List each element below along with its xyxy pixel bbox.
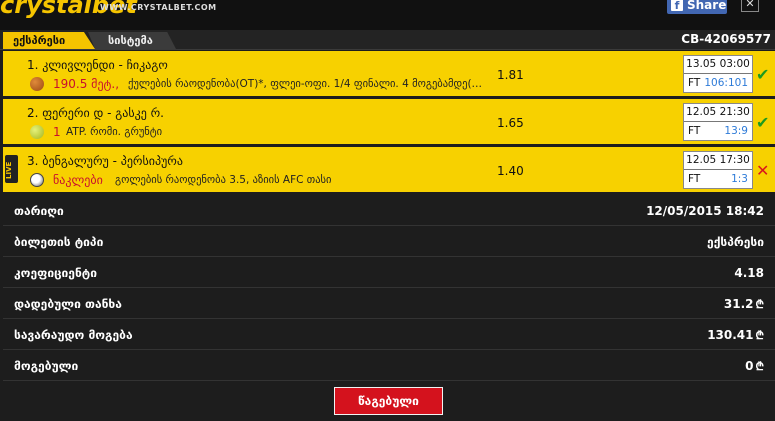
facebook-share-button[interactable]: f Share	[667, 0, 727, 14]
win-label: მოგებული	[14, 359, 79, 373]
bet-selection: 190.5 მეტ.,	[53, 77, 120, 91]
bet-title: 1. კლივლენდი - ჩიკაგო	[27, 58, 168, 72]
expected-win-amount: 130.41	[707, 328, 754, 342]
tab-system[interactable]: სისტემა	[88, 32, 176, 49]
expected-win-label: სავარაუდო მოგება	[14, 328, 133, 342]
date-label: თარიღი	[14, 204, 64, 218]
match-date: 12.05 17:30	[684, 152, 752, 170]
bet-item: LIVE 3. ბენგალურუ - პერსიპურა ნაკლები გო…	[3, 147, 775, 193]
result-box: 13.05 03:00 FT 106:101	[683, 55, 753, 93]
result-box: 12.05 17:30 FT 1:3	[683, 151, 753, 189]
coefficient-label: კოეფიციენტი	[14, 266, 97, 280]
bet-selection: 1	[53, 125, 61, 139]
match-score: 13:9	[724, 125, 748, 137]
logo-url: WWW.CRYSTALBET.COM	[100, 3, 217, 12]
bet-ticket-panel: crystalbet WWW.CRYSTALBET.COM f Share ✕ …	[0, 0, 775, 421]
lari-icon: ₾	[755, 360, 764, 373]
tab-express[interactable]: ექსპრესი	[3, 32, 95, 49]
match-score: 1:3	[731, 173, 748, 185]
match-period: FT	[688, 173, 701, 185]
lost-status-button[interactable]: წაგებული	[334, 387, 443, 415]
match-period: FT	[688, 77, 701, 89]
soccer-ball-icon	[30, 173, 44, 187]
ticket-id: CB-42069577	[681, 32, 771, 46]
stake-amount: 31.2	[723, 297, 754, 311]
close-button[interactable]: ✕	[741, 0, 759, 12]
stake-label: დადებული თანხა	[14, 297, 122, 311]
bet-odds: 1.65	[497, 116, 524, 130]
lost-cross-icon: ✕	[756, 161, 770, 180]
result-box: 12.05 21:30 FT 13:9	[683, 103, 753, 141]
match-date: 13.05 03:00	[684, 56, 752, 74]
date-value: 12/05/2015 18:42	[646, 204, 764, 218]
facebook-icon: f	[671, 0, 683, 12]
bet-title: 3. ბენგალურუ - პერსიპურა	[27, 154, 183, 168]
bet-market: გოლების რაოდენობა 3.5, აზიის AFC თასი	[115, 174, 332, 186]
bet-odds: 1.81	[497, 68, 524, 82]
match-period: FT	[688, 125, 701, 137]
won-check-icon: ✔	[756, 65, 770, 84]
bet-market: ქულების რაოდენობა(OT)*, ფლეი-ოფი. 1/4 ფი…	[128, 78, 483, 90]
ticket-type-label: ბილეთის ტიპი	[14, 235, 104, 249]
live-badge: LIVE	[5, 155, 18, 183]
ticket-type-value: ექსპრესი	[707, 235, 764, 249]
tennis-ball-icon	[30, 125, 44, 139]
stake-value: 31.2 ₾	[724, 297, 764, 312]
live-label: LIVE	[5, 161, 13, 179]
share-label: Share	[687, 0, 727, 12]
header: crystalbet WWW.CRYSTALBET.COM f Share ✕	[0, 0, 775, 30]
win-amount: 0	[745, 359, 754, 373]
bet-title: 2. ფერერი დ - გასკე რ.	[27, 106, 164, 120]
basketball-icon	[30, 77, 44, 91]
expected-win-value: 130.41 ₾	[707, 328, 764, 343]
detail-row-win: მოგებული 0 ₾	[3, 350, 775, 381]
detail-row-coefficient: კოეფიციენტი 4.18	[3, 257, 775, 288]
match-date: 12.05 21:30	[684, 104, 752, 122]
detail-row-date: თარიღი 12/05/2015 18:42	[3, 195, 775, 226]
bet-selection: ნაკლები	[53, 173, 103, 187]
detail-row-stake: დადებული თანხა 31.2 ₾	[3, 288, 775, 319]
bet-market: ATP. რომი. გრუნტი	[66, 126, 163, 138]
detail-row-expected-win: სავარაუდო მოგება 130.41 ₾	[3, 319, 775, 350]
bet-item: 1. კლივლენდი - ჩიკაგო 190.5 მეტ., ქულები…	[3, 51, 775, 97]
detail-row-ticket-type: ბილეთის ტიპი ექსპრესი	[3, 226, 775, 257]
lari-icon: ₾	[755, 329, 764, 342]
lari-icon: ₾	[755, 298, 764, 311]
bet-odds: 1.40	[497, 164, 524, 178]
bet-item: 2. ფერერი დ - გასკე რ. 1 ATP. რომი. გრუნ…	[3, 99, 775, 145]
match-score: 106:101	[704, 77, 748, 89]
coefficient-value: 4.18	[734, 266, 764, 280]
win-value: 0 ₾	[745, 359, 764, 374]
ticket-type-tabs: სისტემა ექსპრესი CB-42069577	[0, 30, 775, 50]
won-check-icon: ✔	[756, 113, 770, 132]
